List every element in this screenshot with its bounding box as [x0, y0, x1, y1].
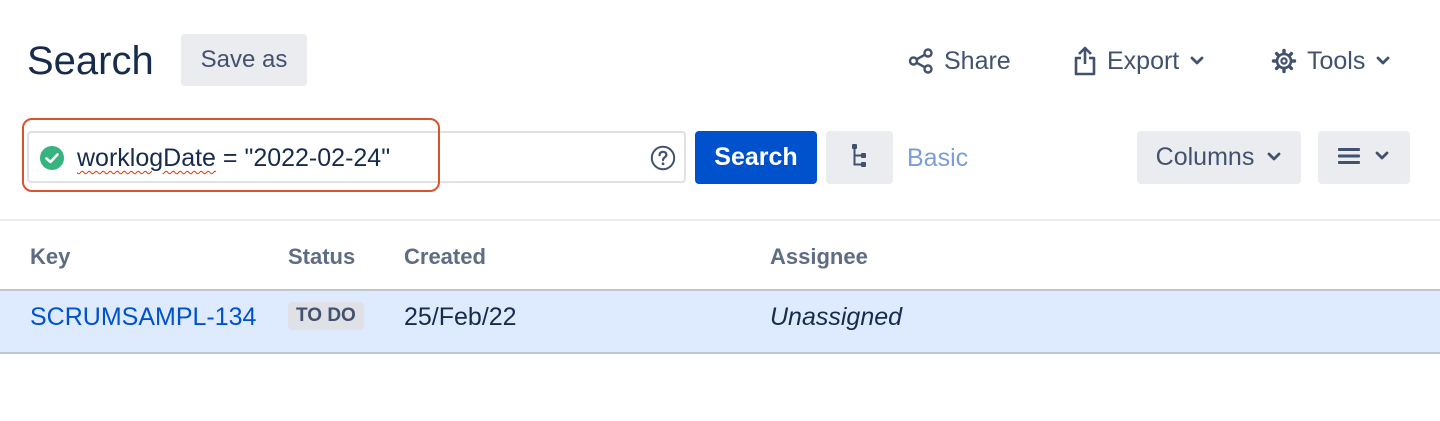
issue-key-link[interactable]: SCRUMSAMPL-134 [30, 302, 256, 332]
gear-icon [1271, 48, 1297, 74]
tools-label: Tools [1307, 46, 1366, 75]
menu-icon [1338, 147, 1360, 168]
save-as-button[interactable]: Save as [181, 34, 307, 86]
switch-view-button[interactable] [826, 131, 893, 184]
tools-button[interactable]: Tools [1271, 40, 1391, 82]
basic-search-link[interactable]: Basic [907, 143, 968, 173]
created-date: 25/Feb/22 [404, 303, 517, 331]
jql-query-text: worklogDate = "2022-02-24" [77, 143, 390, 173]
status-badge: TO DO [288, 302, 364, 330]
view-options-button[interactable] [1318, 131, 1410, 184]
tree-hierarchy-icon [850, 143, 870, 172]
chevron-down-icon [1266, 143, 1282, 172]
question-circle-icon[interactable] [650, 145, 676, 171]
jql-query-input[interactable]: worklogDate = "2022-02-24" [27, 131, 686, 183]
chevron-down-icon [1189, 53, 1205, 69]
assignee-value: Unassigned [770, 303, 903, 331]
column-header-status[interactable]: Status [288, 244, 355, 270]
export-label: Export [1107, 46, 1180, 75]
chevron-down-icon [1374, 148, 1390, 167]
column-header-created[interactable]: Created [404, 244, 486, 270]
export-button[interactable]: Export [1073, 40, 1205, 82]
chevron-down-icon [1375, 53, 1391, 69]
share-button[interactable]: Share [908, 40, 1011, 82]
check-circle-icon [40, 146, 64, 170]
share-label: Share [944, 46, 1011, 75]
jql-field-name: worklogDate [77, 144, 216, 172]
jql-condition: = "2022-02-24" [215, 144, 391, 172]
search-page: Search Save as Share Export Tools worklo… [0, 0, 1440, 421]
divider [0, 219, 1440, 221]
share-icon [908, 48, 934, 74]
page-title: Search [27, 39, 154, 83]
columns-button[interactable]: Columns [1137, 131, 1301, 184]
column-header-key[interactable]: Key [30, 244, 70, 270]
search-button[interactable]: Search [695, 131, 817, 184]
column-header-assignee[interactable]: Assignee [770, 244, 868, 270]
export-icon [1073, 46, 1097, 76]
columns-label: Columns [1155, 143, 1255, 171]
